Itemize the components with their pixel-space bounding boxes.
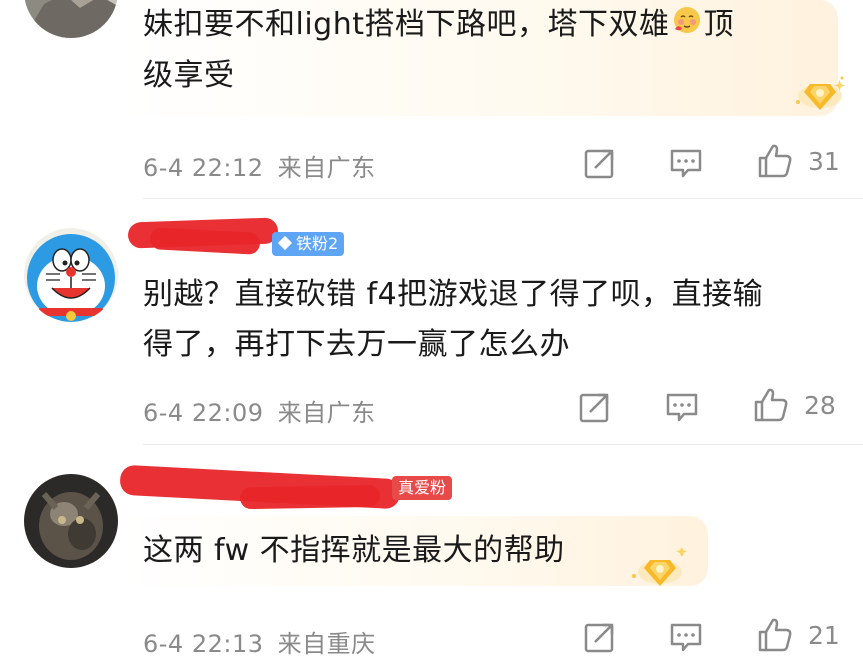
- fan-level-badge: 铁粉2: [272, 232, 345, 256]
- share-button[interactable]: [583, 620, 617, 654]
- share-icon: [579, 393, 609, 423]
- comment-text-line: 这两 fw 不指挥就是最大的帮助: [143, 533, 565, 568]
- comment-button[interactable]: [668, 146, 704, 180]
- like-button[interactable]: 31: [756, 142, 840, 180]
- comment-item: 真爱粉 这两 fw 不指挥就是最大的帮助 6-4 22:13 来自重庆 21: [0, 460, 863, 662]
- gold-medal-icon: [790, 72, 850, 120]
- avatar[interactable]: [24, 474, 118, 568]
- gold-medal-icon: [630, 546, 690, 596]
- thumbs-up-icon: [754, 388, 788, 422]
- comment-text[interactable]: 妹扣要不和light搭档下路吧，塔下双雄 顶 级享受: [143, 0, 734, 101]
- thumbs-up-icon: [758, 618, 792, 652]
- comment-text-line: 级享受: [143, 57, 235, 93]
- like-button[interactable]: 28: [752, 386, 836, 424]
- username-redacted: [239, 484, 381, 510]
- comment-text-line: 得了，再打下去万一赢了怎么办: [143, 327, 570, 362]
- comment-button[interactable]: [664, 390, 700, 424]
- like-count: 21: [808, 620, 840, 650]
- comment-location: 来自广东: [277, 154, 376, 182]
- comment-icon: [670, 149, 702, 178]
- comment-item: 妹扣要不和light搭档下路吧，塔下双雄 顶 级享受 6-4 22:12 来自广…: [0, 0, 863, 199]
- shy-face-emoji-icon: [672, 1, 702, 51]
- comment-meta: 6-4 22:12 来自广东: [143, 148, 376, 183]
- comment-item: 铁粉2 别越？直接砍错 f4把游戏退了得了呗，直接输 得了，再打下去万一赢了怎么…: [0, 200, 863, 445]
- like-button[interactable]: 21: [756, 616, 840, 654]
- comment-date: 6-4 22:13: [143, 630, 264, 658]
- comment-meta: 6-4 22:09 来自广东: [143, 393, 376, 428]
- comment-text[interactable]: 别越？直接砍错 f4把游戏退了得了呗，直接输 得了，再打下去万一赢了怎么办: [143, 270, 763, 370]
- comment-button[interactable]: [668, 620, 704, 654]
- avatar[interactable]: [24, 228, 118, 322]
- divider: [143, 198, 863, 199]
- comment-text-line: 顶: [703, 7, 734, 42]
- diamond-icon: [277, 235, 293, 251]
- share-icon: [584, 623, 614, 653]
- badge-label: 真爱粉: [398, 478, 447, 497]
- divider: [143, 444, 863, 445]
- comment-date: 6-4 22:09: [143, 399, 264, 427]
- comment-date: 6-4 22:12: [143, 154, 264, 182]
- share-button[interactable]: [578, 390, 612, 424]
- avatar[interactable]: [24, 0, 118, 38]
- username-redacted: [149, 227, 261, 255]
- comment-icon: [670, 623, 702, 652]
- like-count: 31: [808, 146, 840, 176]
- fan-level-badge: 真爱粉: [392, 476, 453, 500]
- like-count: 28: [804, 390, 836, 420]
- comment-text-line: 别越？直接砍错 f4把游戏退了得了呗，直接输: [143, 277, 764, 312]
- badge-label: 铁粉2: [296, 234, 339, 253]
- share-icon: [584, 149, 614, 179]
- comment-list: 妹扣要不和light搭档下路吧，塔下双雄 顶 级享受 6-4 22:12 来自广…: [0, 0, 863, 662]
- thumbs-up-icon: [758, 144, 792, 178]
- comment-text-line: 妹扣要不和light搭档下路吧，塔下双雄: [143, 7, 670, 42]
- comment-text[interactable]: 这两 fw 不指挥就是最大的帮助: [143, 526, 565, 576]
- comment-location: 来自广东: [277, 399, 376, 427]
- share-button[interactable]: [583, 146, 617, 180]
- comment-icon: [666, 393, 698, 422]
- comment-meta: 6-4 22:13 来自重庆: [143, 624, 376, 659]
- comment-location: 来自重庆: [277, 630, 376, 658]
